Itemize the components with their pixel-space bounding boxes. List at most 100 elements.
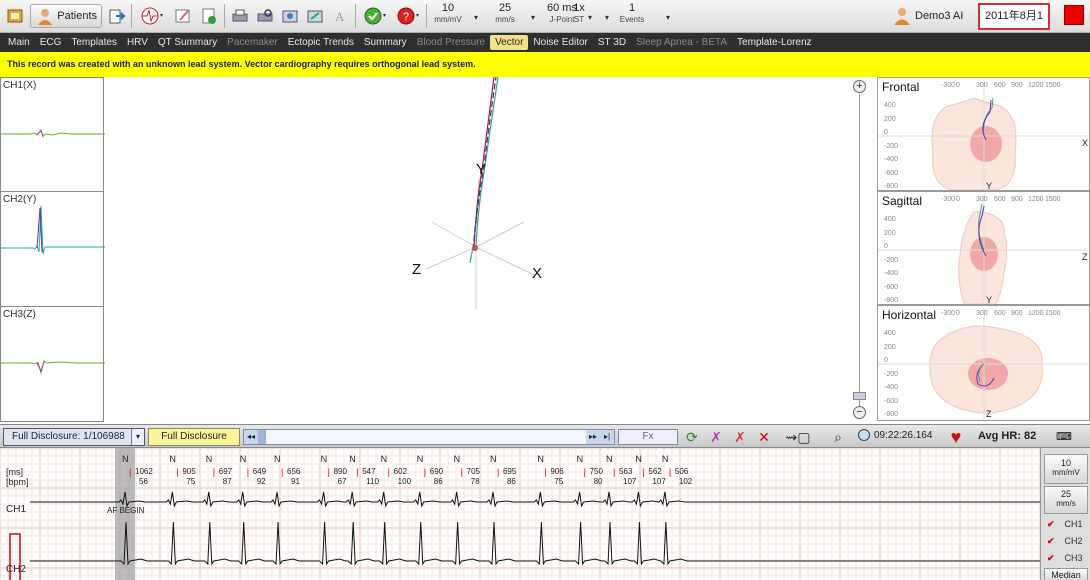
report-export-icon[interactable] [304, 4, 326, 28]
print-icon[interactable] [229, 4, 251, 28]
channel-toggle-ch2[interactable]: ✔ CH2 [1043, 533, 1089, 549]
menu-item-blood-pressure[interactable]: Blood Pressure [412, 35, 490, 50]
view-y-tick: -800 [884, 411, 899, 418]
ch2-waveform [1, 205, 105, 255]
view-y-tick: 200 [884, 343, 896, 351]
export-icon[interactable] [106, 4, 128, 28]
mark-artifact-icon[interactable]: ✗ [706, 428, 726, 446]
ecg-full-disclosure-strip[interactable]: [ms] [bpm] CH1 CH2 AF BEGIN N 1062 56 | N 905… [0, 448, 1040, 580]
median-button[interactable]: Median [1044, 568, 1088, 580]
keyboard-icon[interactable]: ⌨ [1056, 430, 1072, 443]
help-icon[interactable]: ? [393, 4, 423, 28]
view-y-tick: -600 [884, 397, 899, 405]
menu-item-noise-editor[interactable]: Noise Editor [528, 35, 592, 50]
rr-marker: | [281, 467, 284, 477]
view-y-tick: -800 [884, 183, 899, 190]
menu-item-qt-summary[interactable]: QT Summary [153, 35, 222, 50]
view-x-tick: -300 [941, 196, 956, 203]
beat-annotation: 92 [256, 477, 266, 486]
edit-report-icon[interactable] [172, 4, 194, 28]
menu-item-template-lorenz[interactable]: Template-Lorenz [732, 35, 816, 50]
events-setting[interactable]: 1 Events ▾ [604, 3, 670, 30]
disclosure-scrollbar[interactable]: ◂◂ ▸▸ ▸| [243, 429, 615, 445]
channel-toggle-ch3[interactable]: ✔ CH3 [1043, 550, 1089, 566]
st-setting[interactable]: 1x ST ▾ [551, 3, 609, 30]
sagittal-side-axis: Z [1082, 252, 1088, 262]
full-disclosure-button[interactable]: Full Disclosure [148, 428, 240, 446]
rr-marker: | [176, 467, 179, 477]
zoom-thumb[interactable] [853, 392, 866, 400]
scroll-next-icon[interactable]: ▸▸ [586, 430, 600, 444]
menu-item-main[interactable]: Main [3, 35, 35, 50]
menu-item-hrv[interactable]: HRV [122, 35, 153, 50]
zoom-track[interactable] [859, 94, 860, 406]
menu-item-sleep-apnea-beta[interactable]: Sleep Apnea - BETA [631, 35, 732, 50]
vector-3d-view[interactable]: Y Z X [104, 76, 849, 422]
view-x-tick: 300 [976, 196, 988, 203]
beat-annotation: N [380, 454, 388, 464]
scroll-first-icon[interactable]: ◂◂ [244, 430, 258, 444]
rr-marker: | [668, 467, 672, 477]
magnifier-icon[interactable]: ⌕ [828, 428, 848, 446]
beat-annotation: 649 [252, 467, 267, 476]
rr-marker: | [642, 467, 645, 477]
view-x-tick: 600 [994, 310, 1006, 317]
print-preview-icon[interactable] [254, 4, 276, 28]
disclosure-page-select[interactable]: Full Disclosure: 1/106988 ▾ [3, 428, 145, 446]
frontal-view[interactable]: Frontal X Y -300 0 300 600 900 1200 1500 400 200… [877, 77, 1090, 191]
channel-toggle-label: CH3 [1064, 553, 1083, 563]
user-icon [894, 8, 910, 25]
refresh-icon[interactable]: ⟳ [682, 428, 702, 446]
record-status-indicator[interactable] [1064, 5, 1084, 25]
beat-annotation: N [606, 454, 613, 464]
chevron-down-icon: ▾ [131, 429, 144, 445]
menu-item-summary[interactable]: Summary [359, 35, 412, 50]
scroll-thumb[interactable] [258, 430, 266, 444]
report-settings-icon[interactable] [279, 4, 301, 28]
frontal-bottom-axis: Y [986, 181, 993, 191]
horizontal-title: Horizontal [882, 308, 937, 322]
save-report-icon[interactable] [198, 4, 220, 28]
beat-annotation: 695 [502, 467, 517, 476]
patients-button[interactable]: Patients [30, 4, 102, 28]
menu-item-pacemaker[interactable]: Pacemaker [222, 35, 283, 50]
font-icon[interactable]: A [329, 4, 351, 28]
channel-toggle-label: CH2 [1064, 536, 1083, 546]
rr-marker: | [327, 467, 330, 477]
frontal-side-axis: X [1082, 138, 1089, 148]
scroll-last-icon[interactable]: ▸| [600, 430, 614, 444]
menu-item-vector[interactable]: Vector [490, 35, 529, 50]
delete-beat-icon[interactable]: ✗ [730, 428, 750, 446]
speed-setting[interactable]: 25 mm/s ▾ [477, 3, 535, 30]
menu-item-templates[interactable]: Templates [66, 35, 122, 50]
channel-panel-ch3: CH3(Z) [0, 306, 105, 422]
holter-app-window: Patients A ? 10 mm/mV ▾ 25 mm/s ▾ 60 ms … [0, 0, 1090, 580]
rr-marker: | [496, 467, 500, 477]
ecg-analysis-icon[interactable] [137, 4, 167, 28]
menu-item-st-3d[interactable]: ST 3D [593, 35, 631, 50]
sagittal-view[interactable]: Sagittal Z Y -300 0 300 600 900 1200 1500 400 20… [877, 191, 1090, 305]
zoom-out-icon[interactable]: − [853, 406, 866, 419]
user-account[interactable]: Demo3 AI [893, 4, 963, 28]
rr-marker: | [129, 467, 132, 477]
beat-annotation: 86 [433, 477, 443, 486]
menu-item-ectopic-trends[interactable]: Ectopic Trends [283, 35, 359, 50]
strip-speed-button[interactable]: 25 mm/s [1044, 486, 1088, 514]
delete-icon[interactable]: ✕ [754, 428, 774, 446]
x-axis-label: X [532, 265, 543, 282]
export-strip-icon[interactable]: ⇝▢ [778, 428, 818, 446]
zoom-in-icon[interactable]: + [853, 80, 866, 93]
view-x-tick: 0 [956, 196, 960, 203]
filter-select[interactable]: Fx [618, 429, 678, 445]
vector-zoom-scroll: + − [851, 78, 869, 422]
gain-setting[interactable]: 10 mm/mV ▾ [420, 3, 478, 30]
rr-marker: | [544, 467, 547, 477]
sync-icon[interactable] [360, 4, 390, 28]
strip-gain-button[interactable]: 10 mm/mV [1044, 454, 1088, 484]
menu-item-ecg[interactable]: ECG [35, 35, 67, 50]
channel-toggle-ch1[interactable]: ✔ CH1 [1043, 516, 1089, 532]
view-y-tick: -800 [884, 297, 899, 304]
patients-icon [38, 9, 52, 25]
horizontal-view[interactable]: Horizontal Z -300 0 300 600 900 1200 1500 400 20… [877, 305, 1090, 421]
app-menu-icon[interactable] [3, 4, 27, 28]
